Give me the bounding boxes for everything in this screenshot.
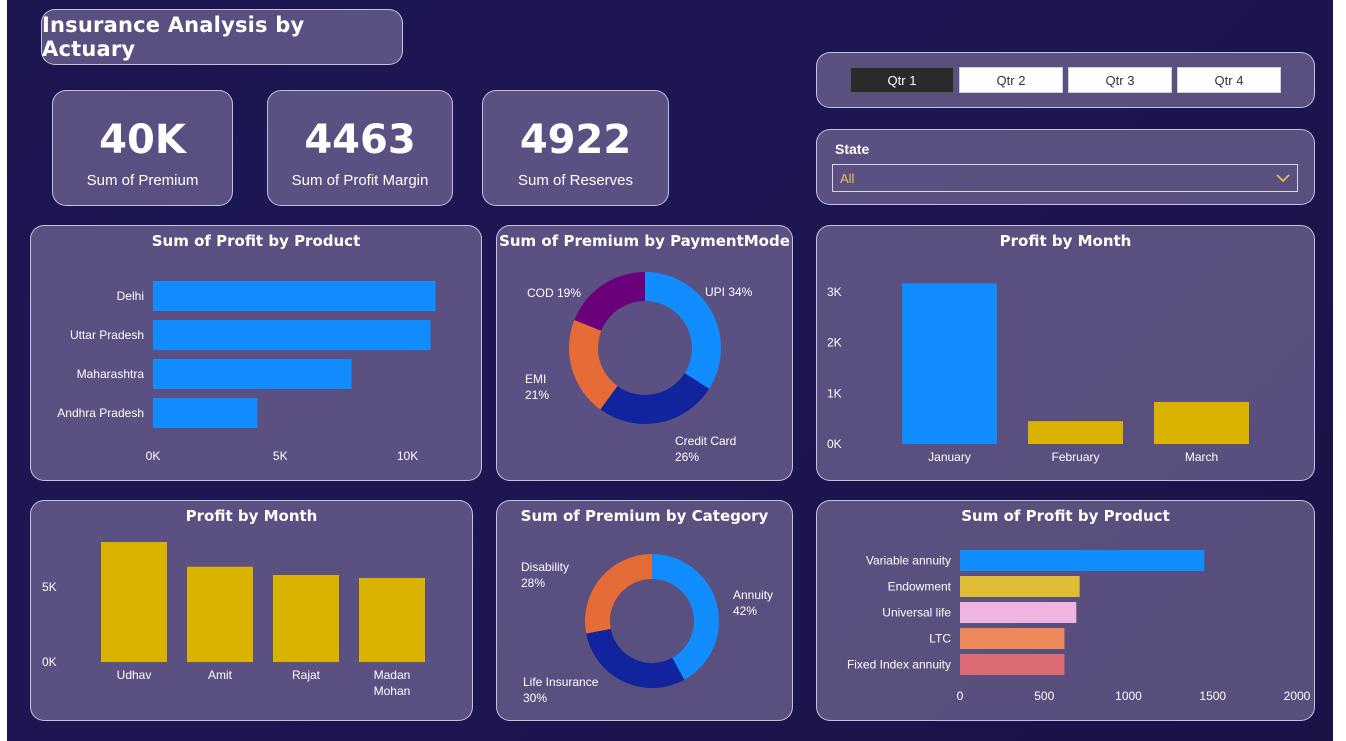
kpi-value: 4922 bbox=[519, 117, 632, 163]
x-tick-label: 5K bbox=[273, 449, 288, 463]
kpi-label: Sum of Premium bbox=[86, 172, 199, 189]
chart-card-profit-by-product[interactable]: Sum of Profit by Product Variable annuit… bbox=[816, 500, 1315, 721]
y-tick-label: 1K bbox=[827, 386, 842, 400]
kpi-card-premium[interactable]: 40K Sum of Premium bbox=[52, 90, 233, 206]
report-canvas: Insurance Analysis by Actuary 40K Sum of… bbox=[7, 0, 1333, 741]
category-label: Maharashtra bbox=[77, 367, 145, 381]
category-label: Madan bbox=[374, 668, 411, 682]
slice-label: EMI bbox=[525, 372, 546, 386]
x-tick-label: 1000 bbox=[1115, 689, 1142, 703]
premium-by-paymentmode-donut: UPI 34% Credit Card 26% EMI 21% COD 19% bbox=[525, 272, 753, 464]
state-dropdown-value: All bbox=[840, 171, 855, 186]
y-tick-label: 2K bbox=[827, 336, 842, 350]
state-slicer: State All bbox=[816, 129, 1315, 205]
donut-slice bbox=[586, 628, 685, 688]
slice-label: 30% bbox=[523, 691, 547, 705]
kpi-value: 40K bbox=[99, 117, 186, 163]
y-tick-label: 0K bbox=[42, 655, 57, 669]
bar bbox=[273, 575, 339, 662]
category-label: Universal life bbox=[882, 606, 951, 620]
bar bbox=[153, 320, 431, 350]
slice-label: 28% bbox=[521, 576, 545, 590]
bar bbox=[960, 602, 1077, 623]
category-label: Amit bbox=[208, 668, 233, 682]
quarter-button-qtr-1[interactable]: Qtr 1 bbox=[850, 67, 954, 93]
chevron-down-icon bbox=[1276, 174, 1290, 183]
slice-label: Annuity bbox=[733, 588, 773, 602]
quarter-button-qtr-4[interactable]: Qtr 4 bbox=[1177, 67, 1281, 93]
chart-card-profit-by-month[interactable]: Profit by Month January February March 0K 1K… bbox=[816, 225, 1315, 481]
chart-card-premium-by-category[interactable]: Sum of Premium by Category Annuity 42% Lif… bbox=[496, 500, 793, 721]
bar bbox=[187, 566, 253, 662]
y-tick-label: 3K bbox=[827, 285, 842, 299]
profit-by-state-chart: Delhi Uttar Pradesh Maharashtra Andhra Prad… bbox=[57, 281, 436, 463]
x-tick-label: 500 bbox=[1034, 689, 1054, 703]
donut-slice bbox=[574, 272, 645, 331]
x-tick-label: 10K bbox=[397, 449, 418, 463]
bar bbox=[960, 628, 1065, 649]
bar bbox=[902, 283, 997, 444]
donut-slice bbox=[600, 373, 710, 424]
report-title-card: Insurance Analysis by Actuary bbox=[41, 9, 403, 65]
bar bbox=[153, 359, 352, 389]
slice-label: UPI 34% bbox=[705, 285, 753, 299]
report-title: Insurance Analysis by Actuary bbox=[42, 13, 305, 61]
x-tick-label: 1500 bbox=[1199, 689, 1226, 703]
category-label: Mohan bbox=[374, 684, 411, 698]
slice-label: 42% bbox=[733, 604, 757, 618]
kpi-label: Sum of Profit Margin bbox=[291, 172, 429, 189]
slice-label: Credit Card bbox=[675, 434, 736, 448]
y-tick-label: 5K bbox=[42, 580, 57, 594]
category-label: Andhra Pradesh bbox=[57, 406, 144, 420]
bar bbox=[960, 576, 1080, 597]
x-tick-label: 0K bbox=[146, 449, 161, 463]
category-label: Variable annuity bbox=[866, 554, 951, 568]
category-label: Delhi bbox=[117, 289, 144, 303]
category-label: LTC bbox=[929, 632, 951, 646]
category-label: Uttar Pradesh bbox=[70, 328, 144, 342]
slice-label: 21% bbox=[525, 388, 549, 402]
slice-label: 26% bbox=[675, 450, 699, 464]
state-dropdown[interactable]: All bbox=[832, 164, 1298, 192]
category-label: January bbox=[928, 450, 971, 464]
profit-by-person-chart: Udhav Amit Rajat Madan Mohan 0K 5K bbox=[42, 542, 425, 698]
bar bbox=[359, 578, 425, 662]
bar bbox=[101, 542, 167, 662]
profit-by-month-chart: January February March 0K 1K 2K 3K bbox=[827, 283, 1249, 464]
donut-slice bbox=[585, 554, 652, 634]
slice-label: Life Insurance bbox=[523, 675, 599, 689]
kpi-label: Sum of Reserves bbox=[517, 172, 634, 189]
slice-label: COD 19% bbox=[527, 286, 581, 300]
bar bbox=[1154, 401, 1249, 444]
chart-card-profit-by-state[interactable]: Sum of Profit by Product Delhi Uttar Prad… bbox=[30, 225, 482, 481]
bar bbox=[153, 398, 258, 428]
chart-card-profit-by-person[interactable]: Profit by Month Udhav Amit Rajat Madan Mohan… bbox=[30, 500, 473, 721]
bar bbox=[153, 281, 436, 311]
quarter-slicer: Qtr 1 Qtr 2 Qtr 3 Qtr 4 bbox=[816, 52, 1315, 108]
category-label: March bbox=[1185, 450, 1218, 464]
profit-by-product-chart: Variable annuity Endowment Universal life L… bbox=[847, 550, 1311, 703]
bar bbox=[960, 654, 1065, 675]
state-slicer-label: State bbox=[835, 141, 870, 157]
donut-slice bbox=[652, 554, 719, 680]
chart-card-premium-by-paymentmode[interactable]: Sum of Premium by PaymentMode UPI 34% Cre… bbox=[496, 225, 793, 481]
kpi-value: 4463 bbox=[304, 117, 416, 163]
kpi-card-profit-margin[interactable]: 4463 Sum of Profit Margin bbox=[267, 90, 453, 206]
category-label: Fixed Index annuity bbox=[847, 658, 951, 672]
quarter-button-qtr-3[interactable]: Qtr 3 bbox=[1068, 67, 1172, 93]
y-tick-label: 0K bbox=[827, 437, 842, 451]
category-label: Rajat bbox=[292, 668, 321, 682]
slice-label: Disability bbox=[521, 560, 569, 574]
bar bbox=[960, 550, 1205, 571]
quarter-button-qtr-2[interactable]: Qtr 2 bbox=[959, 67, 1063, 93]
x-tick-label: 0 bbox=[957, 689, 964, 703]
premium-by-category-donut: Annuity 42% Life Insurance 30% Disability 28% bbox=[521, 554, 773, 705]
bar bbox=[1028, 421, 1123, 444]
category-label: Udhav bbox=[117, 668, 152, 682]
x-tick-label: 2000 bbox=[1284, 689, 1311, 703]
category-label: Endowment bbox=[888, 580, 952, 594]
category-label: February bbox=[1051, 450, 1099, 464]
kpi-card-reserves[interactable]: 4922 Sum of Reserves bbox=[482, 90, 669, 206]
